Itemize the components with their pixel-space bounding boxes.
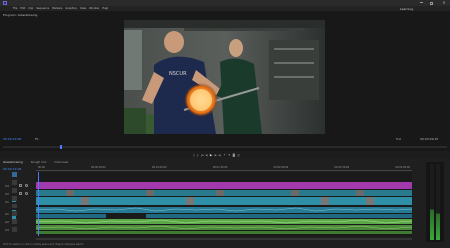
- track-label-a1[interactable]: A1: [5, 212, 9, 216]
- svg-text:NSCUR: NSCUR: [169, 71, 187, 77]
- ruler-label: 00:00: [38, 166, 45, 169]
- slip-tool-icon[interactable]: [12, 203, 17, 209]
- extract-icon[interactable]: ⇞: [228, 153, 231, 157]
- ruler-label: 00:00:30:00: [91, 166, 106, 169]
- timeline-ruler[interactable]: 00:00 00:00:30:00 00:01:00:00 00:01:30:0…: [36, 166, 412, 171]
- track-lock-icon[interactable]: [19, 192, 22, 195]
- transport-controls: { } |◂ ◂| ▶ |▸ ▸| ⇡ ⇞ ◙ ◫: [193, 152, 278, 157]
- app-icon: [3, 1, 7, 5]
- lift-icon[interactable]: ⇡: [223, 153, 226, 157]
- track-label-a3[interactable]: A3: [5, 228, 9, 232]
- track-label-v1[interactable]: V1: [5, 200, 9, 204]
- timeline-playhead[interactable]: [38, 172, 39, 236]
- export-frame-icon[interactable]: ◙: [232, 153, 235, 157]
- selection-tool-icon[interactable]: [12, 172, 17, 177]
- status-bar-text: Click to select, or click in empty space…: [3, 243, 84, 246]
- timeline-tracks[interactable]: [36, 172, 412, 236]
- step-forward-icon[interactable]: |▸: [214, 153, 217, 157]
- tab-sequence-3[interactable]: Interview: [54, 160, 68, 165]
- clip-thumbnail: [186, 197, 194, 205]
- track-eye-icon[interactable]: [25, 192, 28, 195]
- clip-thumbnail: [321, 197, 329, 205]
- clip-thumbnail: [81, 197, 89, 205]
- pen-tool-icon[interactable]: [12, 211, 17, 217]
- maximize-button[interactable]: [430, 1, 433, 5]
- audio-waveforms: [36, 207, 412, 230]
- track-label-v3[interactable]: V3: [5, 184, 9, 188]
- timeline-timecode[interactable]: 00:00:14:08: [3, 167, 21, 171]
- track-lock-icon[interactable]: [19, 184, 22, 187]
- monitor-scrub-bar[interactable]: [3, 146, 447, 148]
- tab-sequence-1[interactable]: Glassblowing: [3, 160, 23, 165]
- tab-sequence-2[interactable]: Rough Cut: [31, 160, 47, 165]
- clip-thumbnail: [216, 190, 224, 196]
- clip-v1[interactable]: [36, 197, 412, 205]
- monitor-quality-dropdown[interactable]: Full: [396, 137, 401, 141]
- type-tool-icon[interactable]: [12, 227, 17, 232]
- comparison-icon[interactable]: ◫: [237, 153, 240, 157]
- track-label-a2[interactable]: A2: [5, 220, 9, 224]
- ripple-edit-tool-icon[interactable]: [12, 187, 17, 193]
- audio-meters: [426, 162, 444, 242]
- clip-thumbnail: [356, 190, 364, 196]
- razor-tool-icon[interactable]: [12, 195, 17, 201]
- monitor-playhead[interactable]: [60, 145, 62, 149]
- timeline-panel: Glassblowing Rough Cut Interview 00:00:1…: [0, 158, 450, 248]
- audio-meter-right: [436, 164, 440, 240]
- monitor-fit-dropdown[interactable]: Fit: [35, 137, 39, 141]
- monitor-panel-label[interactable]: Program: Glassblowing: [3, 13, 37, 17]
- go-to-in-icon[interactable]: |◂: [201, 153, 204, 157]
- ruler-label: 00:01:00:00: [151, 166, 167, 169]
- workspace-label[interactable]: Learning: [400, 7, 413, 11]
- track-label-v2[interactable]: V2: [5, 192, 9, 196]
- play-icon[interactable]: ▶: [210, 153, 212, 157]
- ruler-label: 00:03:00:00: [395, 166, 410, 169]
- timeline-scrollbar[interactable]: [36, 238, 412, 240]
- clip-v3[interactable]: [36, 182, 412, 189]
- video-frame-image: NSCUR: [124, 20, 325, 134]
- clip-thumbnail: [291, 190, 299, 196]
- clip-thumbnail: [146, 190, 154, 196]
- track-eye-icon[interactable]: [25, 184, 28, 187]
- video-frame: NSCUR: [124, 20, 325, 134]
- tools-panel: [12, 172, 18, 232]
- monitor-timecode-current[interactable]: 00:00:14:08: [3, 137, 21, 141]
- ruler-label: 00:01:30:00: [212, 166, 228, 169]
- step-back-icon[interactable]: ◂|: [205, 153, 208, 157]
- sequence-tabs: Glassblowing Rough Cut Interview: [3, 160, 68, 165]
- minimize-button[interactable]: [420, 2, 423, 3]
- mark-out-icon[interactable]: }: [197, 153, 199, 157]
- track-select-tool-icon[interactable]: [12, 179, 17, 185]
- monitor-timecode-duration: 00:03:09:15: [420, 137, 439, 141]
- clip-thumbnail: [366, 197, 374, 205]
- ruler-label: 00:02:30:00: [334, 166, 350, 169]
- clip-thumbnail: [66, 190, 74, 196]
- hand-tool-icon[interactable]: [12, 219, 17, 225]
- audio-meter-left: [430, 164, 434, 240]
- track-headers: V3 V2 V1 A1 A2 A3: [3, 172, 35, 234]
- go-to-out-icon[interactable]: ▸|: [219, 153, 222, 157]
- mark-in-icon[interactable]: {: [193, 153, 195, 157]
- ruler-label: 00:02:00:00: [273, 166, 289, 169]
